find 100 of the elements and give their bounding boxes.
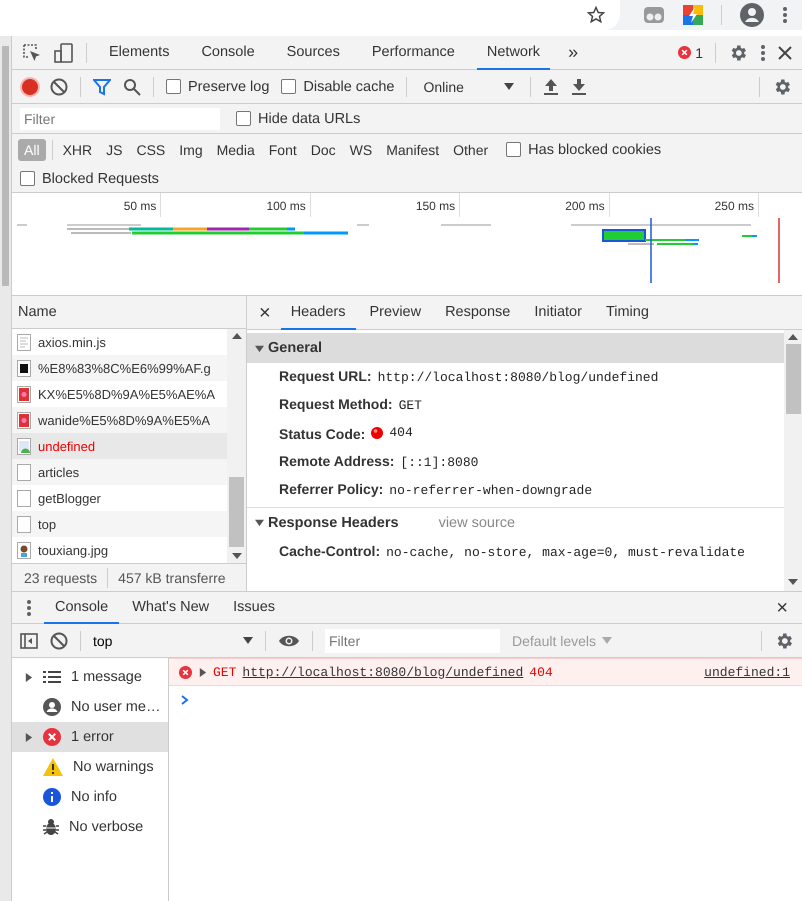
console-sidebar-item[interactable]: No warnings (12, 752, 168, 782)
detail-tab[interactable]: Headers (280, 296, 356, 330)
detail-tab[interactable]: Timing (596, 296, 659, 330)
resource-type-filter[interactable]: Font (262, 138, 303, 160)
upload-icon[interactable] (542, 78, 559, 96)
scrollbar-thumb[interactable] (229, 477, 244, 548)
checkbox[interactable] (506, 142, 522, 157)
drawer-tab[interactable]: What's New (121, 592, 220, 624)
checkbox-label[interactable]: Preserve log (166, 78, 270, 94)
resource-type-filter[interactable]: Img (173, 138, 209, 160)
section-title[interactable]: Response Headers (268, 514, 399, 530)
section-title[interactable]: General (268, 340, 322, 356)
extension-icon[interactable] (643, 5, 665, 25)
filter-input[interactable]: Filter (325, 628, 500, 652)
expand-arrow-icon[interactable] (255, 518, 264, 527)
request-row[interactable]: touxiang.jpg (12, 537, 227, 564)
search-icon[interactable] (123, 78, 141, 96)
checkbox[interactable] (20, 171, 35, 186)
clear-icon[interactable] (50, 632, 68, 650)
checkbox-label[interactable]: Disable cache (281, 78, 394, 94)
resource-type-filter[interactable]: Media (210, 138, 261, 160)
url-link[interactable]: http://localhost:8080/blog/undefined (242, 664, 524, 680)
devtools-tab[interactable]: Elements (99, 36, 180, 70)
scroll-up-arrow-icon[interactable] (788, 334, 798, 340)
request-row[interactable]: wanide%E5%8D%9A%E5%A (12, 407, 227, 434)
throttling-dropdown[interactable]: Online (419, 78, 518, 94)
device-toolbar-icon[interactable] (54, 42, 74, 62)
star-icon[interactable] (586, 5, 606, 25)
error-icon (179, 666, 192, 678)
resource-type-filter[interactable]: Manifest (380, 138, 446, 160)
request-row[interactable]: articles (12, 459, 227, 486)
expand-arrow-icon[interactable] (198, 668, 207, 676)
dropdown-arrow-icon[interactable] (243, 637, 253, 644)
console-sidebar-item[interactable]: No user me… (12, 692, 168, 722)
warning-icon (43, 758, 63, 776)
more-options-icon[interactable] (782, 6, 788, 24)
scrollbar[interactable] (227, 329, 246, 564)
resource-type-filter[interactable]: XHR (56, 138, 98, 160)
console-sidebar-item[interactable]: 1 error (12, 722, 168, 752)
profile-avatar-icon[interactable] (740, 3, 764, 27)
prompt-chevron-icon[interactable] (181, 695, 189, 705)
request-row[interactable]: KX%E5%8D%9A%E5%AE%A (12, 381, 227, 408)
devtools-tab[interactable]: Sources (276, 36, 350, 70)
drawer-tab[interactable]: Issues (222, 592, 286, 624)
close-icon[interactable] (778, 46, 792, 60)
filter-icon[interactable] (93, 78, 111, 96)
scroll-down-arrow-icon[interactable] (232, 553, 242, 560)
checkbox-label[interactable]: Hide data URLs (236, 110, 360, 126)
resource-type-filter[interactable]: WS (344, 138, 378, 160)
header-value: [::1]:8080 (400, 454, 478, 472)
more-options-icon[interactable] (26, 598, 32, 616)
detail-tab[interactable]: Preview (360, 296, 432, 330)
request-row[interactable]: axios.min.js (12, 329, 227, 356)
checkbox[interactable] (281, 79, 296, 94)
record-button[interactable] (22, 78, 38, 94)
inspect-element-icon[interactable] (22, 42, 42, 62)
request-row[interactable]: getBlogger (12, 485, 227, 512)
resource-type-filter[interactable]: Other (447, 138, 494, 160)
document-icon (17, 464, 31, 481)
context-dropdown[interactable]: top (93, 632, 253, 648)
more-tabs-button[interactable]: » (562, 42, 584, 63)
console-sidebar-item[interactable]: No info (12, 782, 168, 812)
source-link[interactable]: undefined:1 (704, 664, 790, 680)
console-sidebar-item[interactable]: No verbose (12, 812, 168, 842)
scrollbar-thumb[interactable] (786, 344, 800, 414)
checkbox[interactable] (166, 79, 181, 94)
expand-arrow-icon[interactable] (255, 344, 264, 352)
extension-icon[interactable] (683, 5, 703, 25)
sidebar-toggle-icon[interactable] (20, 632, 38, 650)
summary-text: 23 requests (24, 570, 98, 586)
devtools-tab[interactable]: Console (191, 36, 265, 70)
filter-input[interactable]: Filter (20, 108, 220, 130)
scroll-down-arrow-icon[interactable] (788, 579, 798, 585)
page-scrollbar[interactable] (0, 36, 12, 901)
close-button[interactable]: × (770, 598, 794, 618)
console-sidebar-item[interactable]: 1 message (12, 662, 168, 692)
clear-icon[interactable] (50, 78, 68, 96)
detail-tab[interactable]: Response (435, 296, 520, 330)
expand-arrow-icon[interactable] (24, 732, 33, 742)
request-row[interactable]: undefined (12, 433, 227, 460)
expand-arrow-icon[interactable] (24, 672, 33, 682)
more-options-icon[interactable] (760, 44, 766, 62)
view-source-link[interactable]: view source (438, 514, 516, 530)
checkbox[interactable] (236, 111, 251, 126)
request-row[interactable]: %E8%83%8C%E6%99%AF.g (12, 355, 227, 382)
checkbox-label[interactable]: Has blocked cookies (506, 142, 662, 158)
download-icon[interactable] (570, 78, 587, 96)
scrollbar[interactable] (784, 330, 802, 591)
name-column-header[interactable]: Name (12, 296, 246, 330)
checkbox-label[interactable]: Blocked Requests (20, 170, 159, 186)
close-button[interactable]: × (253, 302, 277, 322)
resource-type-filter[interactable]: Doc (304, 138, 342, 160)
dropdown-arrow-icon[interactable] (504, 83, 514, 90)
resource-type-filter[interactable]: JS (100, 138, 128, 160)
devtools-tab[interactable]: Performance (362, 36, 465, 70)
request-row[interactable]: top (12, 511, 227, 538)
scroll-up-arrow-icon[interactable] (232, 333, 242, 340)
resource-type-filter[interactable]: CSS (130, 138, 172, 160)
image-file-icon (17, 386, 31, 403)
detail-tab[interactable]: Initiator (524, 296, 592, 330)
